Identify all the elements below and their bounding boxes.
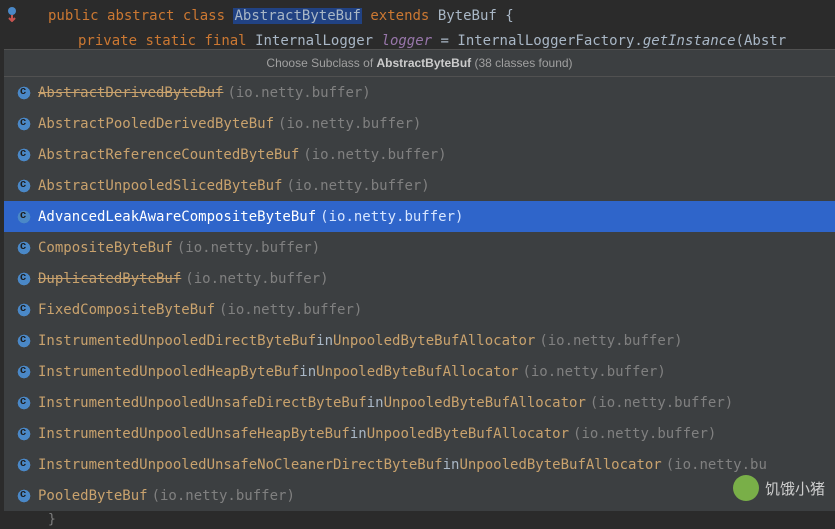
subclass-list[interactable]: AbstractDerivedByteBuf (io.netty.buffer)… (4, 77, 835, 511)
class-name: PooledByteBuf (38, 488, 148, 504)
class-icon (16, 426, 32, 442)
package-label: (io.netty.buffer) (320, 209, 463, 225)
list-item[interactable]: InstrumentedUnpooledUnsafeNoCleanerDirec… (4, 449, 835, 480)
class-icon (16, 271, 32, 287)
class-icon (16, 364, 32, 380)
enclosing-class: UnpooledByteBufAllocator (367, 426, 569, 442)
class-name: AbstractPooledDerivedByteBuf (38, 116, 274, 132)
enclosing-class: UnpooledByteBufAllocator (459, 457, 661, 473)
list-item[interactable]: AdvancedLeakAwareCompositeByteBuf (io.ne… (4, 201, 835, 232)
enclosing-class: UnpooledByteBufAllocator (333, 333, 535, 349)
list-item[interactable]: AbstractUnpooledSlicedByteBuf (io.netty.… (4, 170, 835, 201)
class-icon (16, 302, 32, 318)
watermark: 饥饿小猪 (733, 475, 825, 501)
class-icon (16, 178, 32, 194)
popup-title: Choose Subclass of AbstractByteBuf (38 c… (4, 50, 835, 77)
keyword-class: class (183, 8, 225, 24)
popup-title-classname: AbstractByteBuf (376, 56, 471, 70)
package-label: (io.netty.buffer) (286, 178, 429, 194)
class-icon (16, 240, 32, 256)
in-keyword: in (443, 457, 460, 473)
package-label: (io.netty.buffer) (539, 333, 682, 349)
list-item[interactable]: AbstractDerivedByteBuf (io.netty.buffer) (4, 77, 835, 108)
class-name: AbstractDerivedByteBuf (38, 85, 223, 101)
keyword-extends: extends (370, 8, 429, 24)
closing-brace: } (48, 512, 56, 527)
class-icon (16, 85, 32, 101)
popup-title-prefix: Choose Subclass of (266, 56, 376, 70)
class-icon (16, 488, 32, 504)
class-name: InstrumentedUnpooledUnsafeDirectByteBuf (38, 395, 367, 411)
watermark-icon (733, 475, 759, 501)
list-item[interactable]: AbstractReferenceCountedByteBuf (io.nett… (4, 139, 835, 170)
list-item[interactable]: InstrumentedUnpooledUnsafeDirectByteBuf … (4, 387, 835, 418)
package-label: (io.netty.buffer) (177, 240, 320, 256)
class-name-highlighted[interactable]: AbstractByteBuf (233, 8, 361, 24)
class-icon (16, 395, 32, 411)
keyword-final: final (204, 33, 246, 49)
package-label: (io.netty.buffer) (573, 426, 716, 442)
class-name: AdvancedLeakAwareCompositeByteBuf (38, 209, 316, 225)
list-item[interactable]: CompositeByteBuf (io.netty.buffer) (4, 232, 835, 263)
keyword-abstract: abstract (107, 8, 174, 24)
package-label: (io.netty.buffer) (590, 395, 733, 411)
package-label: (io.netty.buffer) (303, 147, 446, 163)
keyword-public: public (48, 8, 99, 24)
list-item[interactable]: DuplicatedByteBuf (io.netty.buffer) (4, 263, 835, 294)
package-label: (io.netty.bu (666, 457, 767, 473)
list-item[interactable]: InstrumentedUnpooledHeapByteBuf in Unpoo… (4, 356, 835, 387)
class-icon (16, 457, 32, 473)
equals-sign: = (441, 33, 458, 49)
package-label: (io.netty.buffer) (227, 85, 370, 101)
field-name: logger (382, 33, 433, 49)
in-keyword: in (367, 395, 384, 411)
class-icon (16, 116, 32, 132)
class-name: DuplicatedByteBuf (38, 271, 181, 287)
keyword-private: private (78, 33, 137, 49)
class-icon (16, 147, 32, 163)
class-icon (16, 209, 32, 225)
list-item[interactable]: PooledByteBuf (io.netty.buffer) (4, 480, 835, 511)
override-gutter-icon[interactable] (4, 6, 20, 22)
in-keyword: in (350, 426, 367, 442)
factory-class: InternalLoggerFactory. (457, 33, 642, 49)
static-method: getInstance (643, 33, 736, 49)
open-brace: { (505, 8, 513, 24)
superclass-name: ByteBuf (438, 8, 497, 24)
class-name: AbstractReferenceCountedByteBuf (38, 147, 299, 163)
watermark-text: 饥饿小猪 (765, 478, 825, 499)
field-type: InternalLogger (255, 33, 373, 49)
list-item[interactable]: FixedCompositeByteBuf (io.netty.buffer) (4, 294, 835, 325)
package-label: (io.netty.buffer) (278, 116, 421, 132)
in-keyword: in (299, 364, 316, 380)
enclosing-class: UnpooledByteBufAllocator (316, 364, 518, 380)
call-rest: (Abstr (736, 33, 787, 49)
list-item[interactable]: InstrumentedUnpooledUnsafeHeapByteBuf in… (4, 418, 835, 449)
class-name: InstrumentedUnpooledDirectByteBuf (38, 333, 316, 349)
package-label: (io.netty.buffer) (522, 364, 665, 380)
class-name: AbstractUnpooledSlicedByteBuf (38, 178, 282, 194)
package-label: (io.netty.buffer) (152, 488, 295, 504)
class-icon (16, 333, 32, 349)
package-label: (io.netty.buffer) (185, 271, 328, 287)
class-name: CompositeByteBuf (38, 240, 173, 256)
package-label: (io.netty.buffer) (219, 302, 362, 318)
class-name: InstrumentedUnpooledHeapByteBuf (38, 364, 299, 380)
in-keyword: in (316, 333, 333, 349)
code-line-1[interactable]: public abstract class AbstractByteBuf ex… (0, 4, 835, 29)
choose-subclass-popup: Choose Subclass of AbstractByteBuf (38 c… (4, 49, 835, 511)
class-name: InstrumentedUnpooledUnsafeNoCleanerDirec… (38, 457, 443, 473)
class-name: InstrumentedUnpooledUnsafeHeapByteBuf (38, 426, 350, 442)
list-item[interactable]: InstrumentedUnpooledDirectByteBuf in Unp… (4, 325, 835, 356)
class-name: FixedCompositeByteBuf (38, 302, 215, 318)
list-item[interactable]: AbstractPooledDerivedByteBuf (io.netty.b… (4, 108, 835, 139)
keyword-static: static (145, 33, 196, 49)
popup-title-suffix: (38 classes found) (471, 56, 572, 70)
enclosing-class: UnpooledByteBufAllocator (384, 395, 586, 411)
